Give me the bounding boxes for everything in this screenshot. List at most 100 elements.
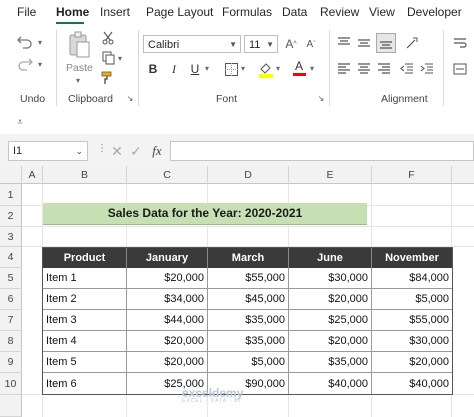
row-header-11[interactable] [0,395,22,417]
undo-dropdown-icon[interactable]: ▾ [36,36,44,48]
row-header-7[interactable]: 7 [0,310,22,331]
copy-dropdown-icon[interactable]: ▾ [118,54,122,63]
product-cell[interactable]: Item 4 [43,331,127,352]
align-right-icon[interactable] [376,61,392,77]
font-size-select[interactable]: 11 ▼ [244,35,278,53]
font-dialog-launcher-icon[interactable]: ↘ [316,93,326,103]
column-header-f[interactable]: F [372,166,452,184]
paste-dropdown-icon[interactable]: ▾ [76,76,80,85]
value-cell[interactable]: $34,000 [127,289,208,310]
shrink-font-icon[interactable]: Aˇ [304,35,318,53]
customize-toolbar-icon[interactable]: ⩡ [14,115,26,129]
orientation-icon[interactable] [402,35,422,51]
grow-font-icon[interactable]: A ^ [284,35,298,53]
redo-icon[interactable] [14,54,36,74]
tab-home[interactable]: Home [56,5,89,19]
value-cell[interactable]: $44,000 [127,310,208,331]
header-cell-november[interactable]: November [372,247,452,268]
value-cell[interactable]: $20,000 [127,268,208,289]
copy-icon[interactable] [100,50,116,66]
borders-dropdown-icon[interactable]: ▾ [241,64,245,73]
fill-color-dropdown-icon[interactable]: ▾ [276,64,280,73]
row-header-8[interactable]: 8 [0,331,22,352]
italic-button[interactable]: I [167,60,181,78]
formula-input[interactable] [170,141,474,161]
align-middle-icon[interactable] [356,35,372,51]
align-center-icon[interactable] [356,61,372,77]
value-cell[interactable]: $84,000 [372,268,452,289]
column-header-c[interactable]: C [127,166,208,184]
insert-function-icon[interactable]: fx [149,142,165,160]
tab-formulas[interactable]: Formulas [222,5,272,19]
product-cell[interactable]: Item 5 [43,352,127,373]
row-header-4[interactable]: 4 [0,247,22,268]
value-cell[interactable]: $5,000 [372,289,452,310]
header-cell-june[interactable]: June [289,247,372,268]
font-color-icon[interactable]: A [292,59,306,77]
merge-center-icon[interactable] [450,61,470,77]
row-header-5[interactable]: 5 [0,268,22,289]
product-cell[interactable]: Item 3 [43,310,127,331]
row-header-9[interactable]: 9 [0,352,22,373]
column-header-d[interactable]: D [208,166,289,184]
row-header-2[interactable]: 2 [0,206,22,227]
fill-color-icon[interactable] [258,60,274,78]
increase-indent-icon[interactable] [418,61,436,77]
row-header-3[interactable]: 3 [0,227,22,247]
column-header-next[interactable] [452,166,474,184]
tab-data[interactable]: Data [282,5,307,19]
column-header-e[interactable]: E [289,166,372,184]
value-cell[interactable]: $20,000 [127,331,208,352]
column-header-b[interactable]: B [43,166,127,184]
value-cell[interactable]: $20,000 [289,289,372,310]
column-header-a[interactable]: A [22,166,43,184]
value-cell[interactable]: $30,000 [372,331,452,352]
value-cell[interactable]: $55,000 [208,268,289,289]
value-cell[interactable]: $20,000 [289,331,372,352]
value-cell[interactable]: $20,000 [127,352,208,373]
tab-review[interactable]: Review [320,5,359,19]
value-cell[interactable]: $25,000 [289,310,372,331]
clipboard-dialog-launcher-icon[interactable]: ↘ [125,93,135,103]
value-cell[interactable]: $5,000 [208,352,289,373]
value-cell[interactable]: $40,000 [289,373,372,395]
value-cell[interactable]: $45,000 [208,289,289,310]
font-name-select[interactable]: Calibri ▼ [143,35,241,53]
tab-page-layout[interactable]: Page Layout [146,5,213,19]
tab-file[interactable]: File [17,5,36,19]
enter-icon[interactable]: ✓ [129,142,143,160]
underline-dropdown-icon[interactable]: ▾ [205,64,209,73]
tab-insert[interactable]: Insert [100,5,130,19]
borders-icon[interactable] [224,62,238,76]
align-left-icon[interactable] [336,61,352,77]
header-cell-product[interactable]: Product [43,247,127,268]
row-header-6[interactable]: 6 [0,289,22,310]
cancel-icon[interactable]: ✕ [110,142,124,160]
product-cell[interactable]: Item 6 [43,373,127,395]
paste-icon[interactable] [64,30,94,60]
name-box[interactable]: I1 ⌄ [8,141,88,161]
value-cell[interactable]: $35,000 [208,331,289,352]
align-top-icon[interactable] [336,35,352,51]
cut-icon[interactable] [100,30,116,46]
value-cell[interactable]: $20,000 [372,352,452,373]
select-all-corner[interactable] [0,166,22,184]
paste-label[interactable]: Paste [66,62,93,74]
format-painter-icon[interactable] [100,70,116,86]
header-cell-january[interactable]: January [127,247,208,268]
sheet-title-cell[interactable]: Sales Data for the Year: 2020-2021 [43,203,367,225]
align-bottom-icon[interactable] [376,33,396,53]
decrease-indent-icon[interactable] [398,61,416,77]
value-cell[interactable]: $35,000 [208,310,289,331]
value-cell[interactable]: $40,000 [372,373,452,395]
product-cell[interactable]: Item 1 [43,268,127,289]
header-cell-march[interactable]: March [208,247,289,268]
font-color-dropdown-icon[interactable]: ▾ [310,64,314,73]
chevron-down-icon[interactable]: ⌄ [75,142,83,160]
product-cell[interactable]: Item 2 [43,289,127,310]
value-cell[interactable]: $35,000 [289,352,372,373]
undo-icon[interactable] [14,32,36,52]
redo-dropdown-icon[interactable]: ▾ [36,58,44,70]
tab-developer[interactable]: Developer [407,5,462,19]
bold-button[interactable]: B [146,60,160,78]
